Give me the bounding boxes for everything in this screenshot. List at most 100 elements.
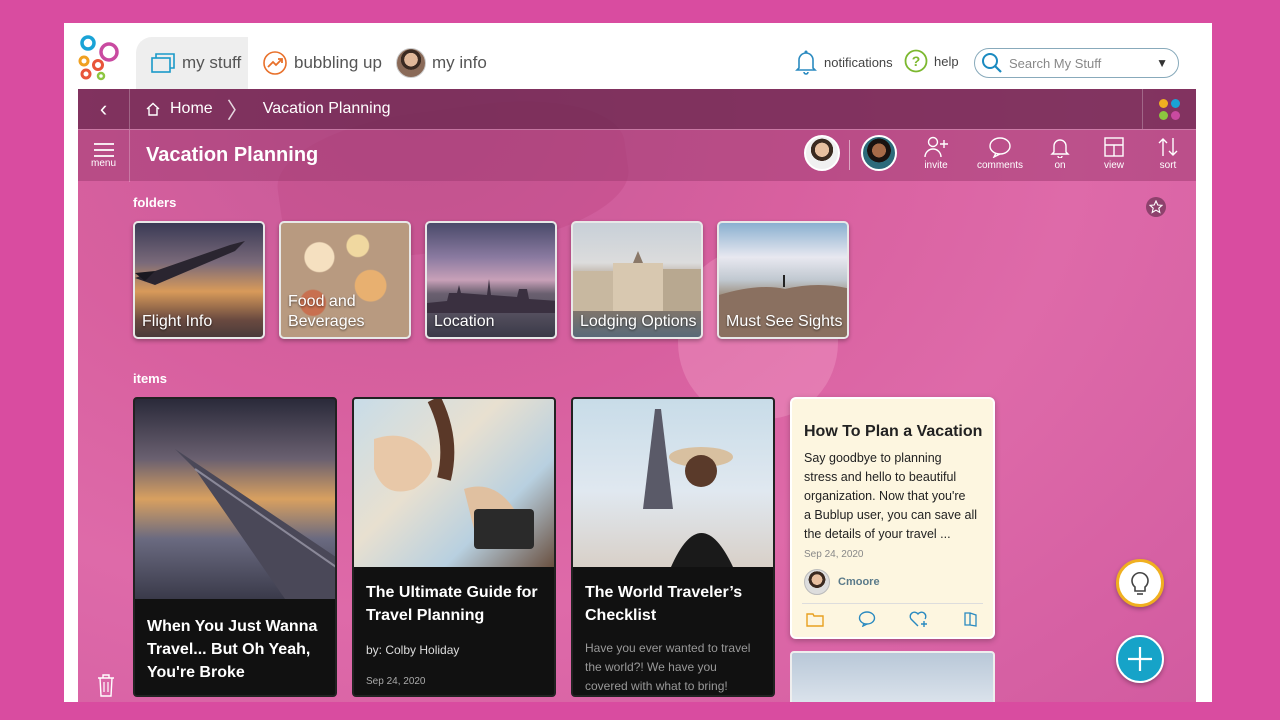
- user-avatar: [396, 48, 426, 78]
- folder-icon[interactable]: [806, 611, 824, 627]
- invite-button[interactable]: invite: [908, 136, 964, 171]
- tab-my-info-label: my info: [432, 53, 487, 72]
- tab-bubbling-up[interactable]: bubbling up: [262, 37, 382, 89]
- item-title: When You Just Wanna Travel... But Oh Yea…: [147, 615, 325, 684]
- help-button[interactable]: ? help: [904, 49, 959, 73]
- svg-text:?: ?: [912, 53, 921, 69]
- star-icon: [1149, 200, 1163, 214]
- hamburger-icon: [93, 143, 114, 157]
- star-button[interactable]: [1146, 197, 1166, 217]
- page-title: Vacation Planning: [146, 144, 319, 166]
- item-description: Have you ever wanted to travel the world…: [585, 639, 763, 695]
- title-bar: menu Vacation Planning invite comments o…: [78, 129, 1196, 182]
- item-date: Sep 24, 2020: [366, 676, 426, 687]
- breadcrumb-home[interactable]: Home: [170, 100, 213, 118]
- folders-heading: folders: [133, 195, 177, 210]
- note-actions: [802, 603, 983, 633]
- author-avatar: [804, 569, 830, 595]
- menu-button[interactable]: menu: [78, 129, 130, 182]
- tab-my-info[interactable]: my info: [396, 37, 487, 89]
- search-placeholder: Search My Stuff: [1009, 55, 1102, 71]
- note-card[interactable]: How To Plan a Vacation Say goodbye to pl…: [790, 397, 995, 639]
- folder-label: Flight Info: [142, 312, 212, 332]
- plus-icon: [1128, 647, 1152, 671]
- sort-button[interactable]: sort: [1140, 136, 1196, 171]
- folders-icon: [151, 53, 175, 73]
- item-title-line: Checklist: [585, 607, 657, 624]
- notifications-state-label: on: [1054, 160, 1066, 171]
- airplane-wing-image: [135, 399, 335, 599]
- folder-label-line: Location: [434, 313, 495, 330]
- help-label: help: [934, 53, 959, 69]
- item-title-line: Travel... But Oh Yeah,: [147, 641, 311, 658]
- tab-my-stuff-label: my stuff: [182, 53, 242, 72]
- trash-icon: [98, 674, 114, 697]
- folder-location[interactable]: Location: [425, 221, 557, 339]
- item-description-line: the world?! We have you: [585, 660, 717, 674]
- note-body-line: the details of your travel ...: [804, 527, 951, 541]
- items-heading: items: [133, 371, 167, 386]
- note-title: How To Plan a Vacation: [804, 423, 983, 440]
- book-icon[interactable]: [963, 611, 979, 627]
- add-button[interactable]: [1116, 635, 1164, 683]
- add-person-icon: [924, 136, 948, 158]
- top-nav: my stuff bubbling up my info notificatio…: [64, 23, 1212, 89]
- breadcrumb-separator-icon: 〉: [226, 98, 249, 123]
- folder-food-and-beverages[interactable]: Food and Beverages: [279, 221, 411, 339]
- map-shapes: [374, 399, 534, 549]
- notifications-toggle[interactable]: on: [1032, 136, 1088, 171]
- folder-flight-info[interactable]: Flight Info: [133, 221, 265, 339]
- item-title: The World Traveler’s Checklist: [585, 581, 763, 627]
- comments-label: comments: [976, 160, 1024, 171]
- notifications-button[interactable]: notifications: [794, 49, 893, 75]
- note-body-line: Say goodbye to planning: [804, 451, 942, 465]
- folder-label: Must See Sights: [726, 312, 843, 332]
- item-title-line: Travel Planning: [366, 607, 485, 624]
- comments-button[interactable]: comments: [970, 136, 1030, 171]
- folder-label-line: Beverages: [288, 313, 365, 330]
- sort-icon: [1158, 138, 1178, 156]
- tab-bubbling-up-label: bubbling up: [294, 53, 382, 72]
- bublup-logo-icon[interactable]: [76, 35, 122, 81]
- ideas-button[interactable]: [1116, 559, 1164, 607]
- trash-button[interactable]: [96, 673, 116, 702]
- folder-label-line: Food and: [288, 293, 356, 310]
- tab-my-stuff[interactable]: my stuff: [136, 37, 248, 89]
- divider: [849, 140, 850, 170]
- item-card[interactable]: The World Traveler’s Checklist Have you …: [571, 397, 775, 697]
- chevron-down-icon[interactable]: ▼: [1156, 56, 1168, 70]
- breadcrumb: Home 〉 Vacation Planning: [146, 93, 391, 125]
- folder-must-see-sights[interactable]: Must See Sights: [717, 221, 849, 339]
- invite-label: invite: [924, 160, 948, 171]
- heart-add-icon[interactable]: [909, 610, 929, 628]
- folder-lodging-options[interactable]: Lodging Options: [571, 221, 703, 339]
- note-body: Say goodbye to planning stress and hello…: [804, 449, 989, 544]
- bell-icon: [795, 50, 817, 75]
- search-icon: [982, 53, 1002, 73]
- back-button[interactable]: ‹: [78, 89, 130, 129]
- apps-button[interactable]: [1142, 89, 1196, 129]
- traveler-eiffel-tower-image: [573, 399, 773, 567]
- note-author: Cmoore: [804, 569, 880, 595]
- member-avatar[interactable]: [861, 135, 897, 171]
- comment-icon[interactable]: [858, 610, 876, 627]
- item-title: The Ultimate Guide for Travel Planning: [366, 581, 544, 627]
- note-date: Sep 24, 2020: [804, 549, 864, 560]
- item-title-line: The World Traveler’s: [585, 584, 743, 601]
- map-planning-image: [354, 399, 554, 567]
- item-card[interactable]: The Ultimate Guide for Travel Planning b…: [352, 397, 556, 697]
- lightbulb-icon: [1131, 572, 1149, 595]
- item-title-line: The Ultimate Guide for: [366, 584, 538, 601]
- member-avatar[interactable]: [804, 135, 840, 171]
- help-icon: ?: [904, 49, 928, 73]
- note-body-line: organization. Now that you're: [804, 489, 966, 503]
- breadcrumb-current: Vacation Planning: [262, 100, 391, 117]
- layout-icon: [1104, 137, 1124, 157]
- home-icon: [146, 102, 160, 116]
- bell-icon: [1050, 139, 1070, 158]
- search-input[interactable]: Search My Stuff ▼: [974, 48, 1179, 78]
- item-card[interactable]: When You Just Wanna Travel... But Oh Yea…: [133, 397, 337, 697]
- item-card-partial[interactable]: [790, 651, 995, 702]
- author-name: Cmoore: [838, 576, 880, 588]
- view-button[interactable]: view: [1086, 136, 1142, 171]
